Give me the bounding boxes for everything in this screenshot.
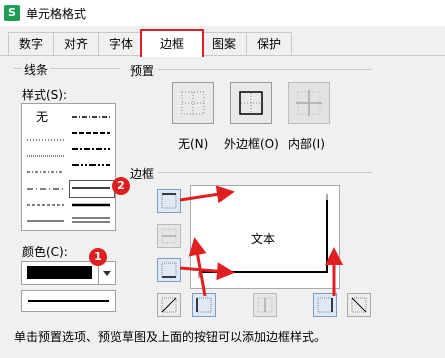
border-right-button[interactable]	[313, 293, 337, 317]
color-swatch	[27, 266, 92, 279]
border-left-icon	[196, 297, 212, 313]
border-preview[interactable]: 文本	[190, 185, 340, 289]
callout-badge-1: 1	[89, 248, 107, 266]
preset-inside-icon	[296, 90, 322, 116]
line-style-list[interactable]: 无	[21, 103, 116, 231]
border-group-frame	[158, 172, 372, 173]
line-preview-bar	[28, 300, 109, 302]
border-diagonal-down-button[interactable]	[347, 293, 371, 317]
preset-inside-label: 内部(I)	[288, 137, 325, 151]
tab-pattern[interactable]: 图案	[201, 32, 247, 55]
border-right-icon	[317, 297, 333, 313]
hint-text: 单击预置选项、预览草图及上面的按钮可以添加边框样式。	[14, 330, 327, 344]
chevron-down-icon	[103, 271, 111, 276]
line-style-selected[interactable]	[69, 180, 115, 198]
tab-font[interactable]: 字体	[98, 32, 144, 55]
border-top-button[interactable]	[157, 189, 181, 213]
border-inside-horizontal-icon	[161, 228, 177, 244]
tab-alignment[interactable]: 对齐	[53, 32, 99, 55]
border-diagonal-up-button[interactable]	[157, 293, 181, 317]
preset-none-button[interactable]	[172, 82, 214, 124]
preview-text: 文本	[251, 232, 276, 246]
line-style-options[interactable]	[22, 104, 114, 230]
preset-none-label: 无(N)	[178, 137, 209, 151]
border-diagonal-up-icon	[161, 297, 177, 313]
tab-border[interactable]: 边框	[140, 29, 204, 57]
line-group-label: 线条	[22, 61, 51, 78]
border-diagonal-down-icon	[351, 297, 367, 313]
border-top-icon	[161, 193, 177, 209]
border-left-button[interactable]	[192, 293, 216, 317]
window-title: 单元格格式	[26, 7, 87, 21]
border-bottom-button[interactable]	[157, 258, 181, 282]
border-inside-horizontal-button[interactable]	[157, 224, 181, 248]
border-bottom-icon	[161, 262, 177, 278]
line-style-preview	[21, 290, 116, 312]
border-inside-vertical-icon	[257, 297, 273, 313]
tab-number[interactable]: 数字	[8, 32, 54, 55]
border-group-label: 边框	[128, 165, 157, 182]
app-icon: S	[4, 5, 20, 21]
line-style-label: 样式(S):	[22, 88, 68, 102]
preset-none-icon	[181, 91, 205, 115]
preset-group-label: 预置	[128, 62, 157, 79]
tab-divider	[0, 55, 445, 56]
preset-outline-label: 外边框(O)	[224, 137, 279, 151]
preset-outline-icon	[239, 91, 263, 115]
preset-outline-button[interactable]	[230, 82, 272, 124]
tab-protection[interactable]: 保护	[246, 32, 292, 55]
callout-badge-2: 2	[112, 177, 130, 195]
preset-group-frame	[158, 69, 372, 70]
color-label: 颜色(C):	[22, 245, 68, 259]
preset-inside-button[interactable]	[288, 82, 330, 124]
border-inside-vertical-button[interactable]	[253, 293, 277, 317]
